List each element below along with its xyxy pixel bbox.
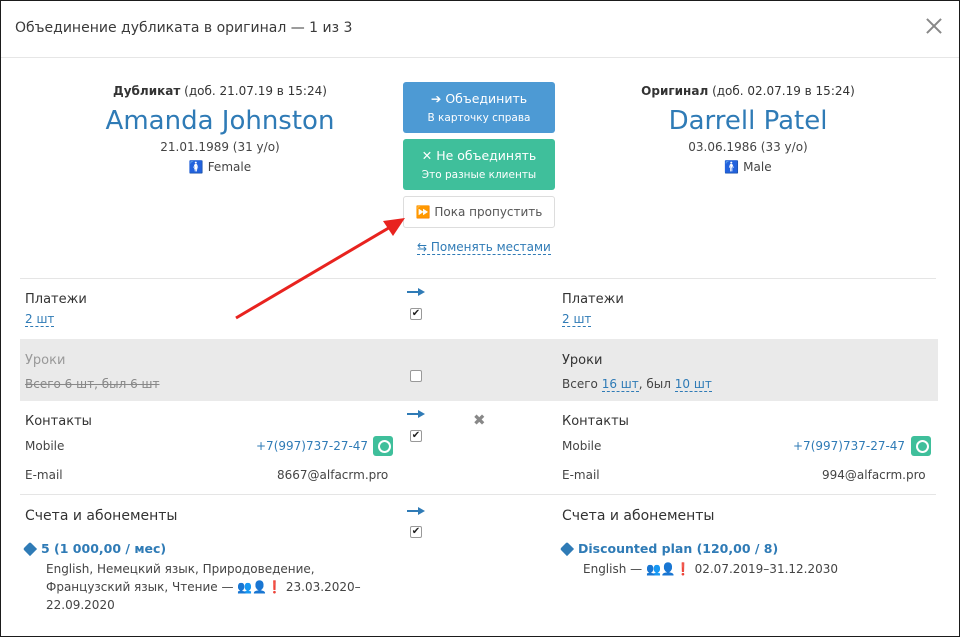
annotation-arrow [235,218,405,320]
